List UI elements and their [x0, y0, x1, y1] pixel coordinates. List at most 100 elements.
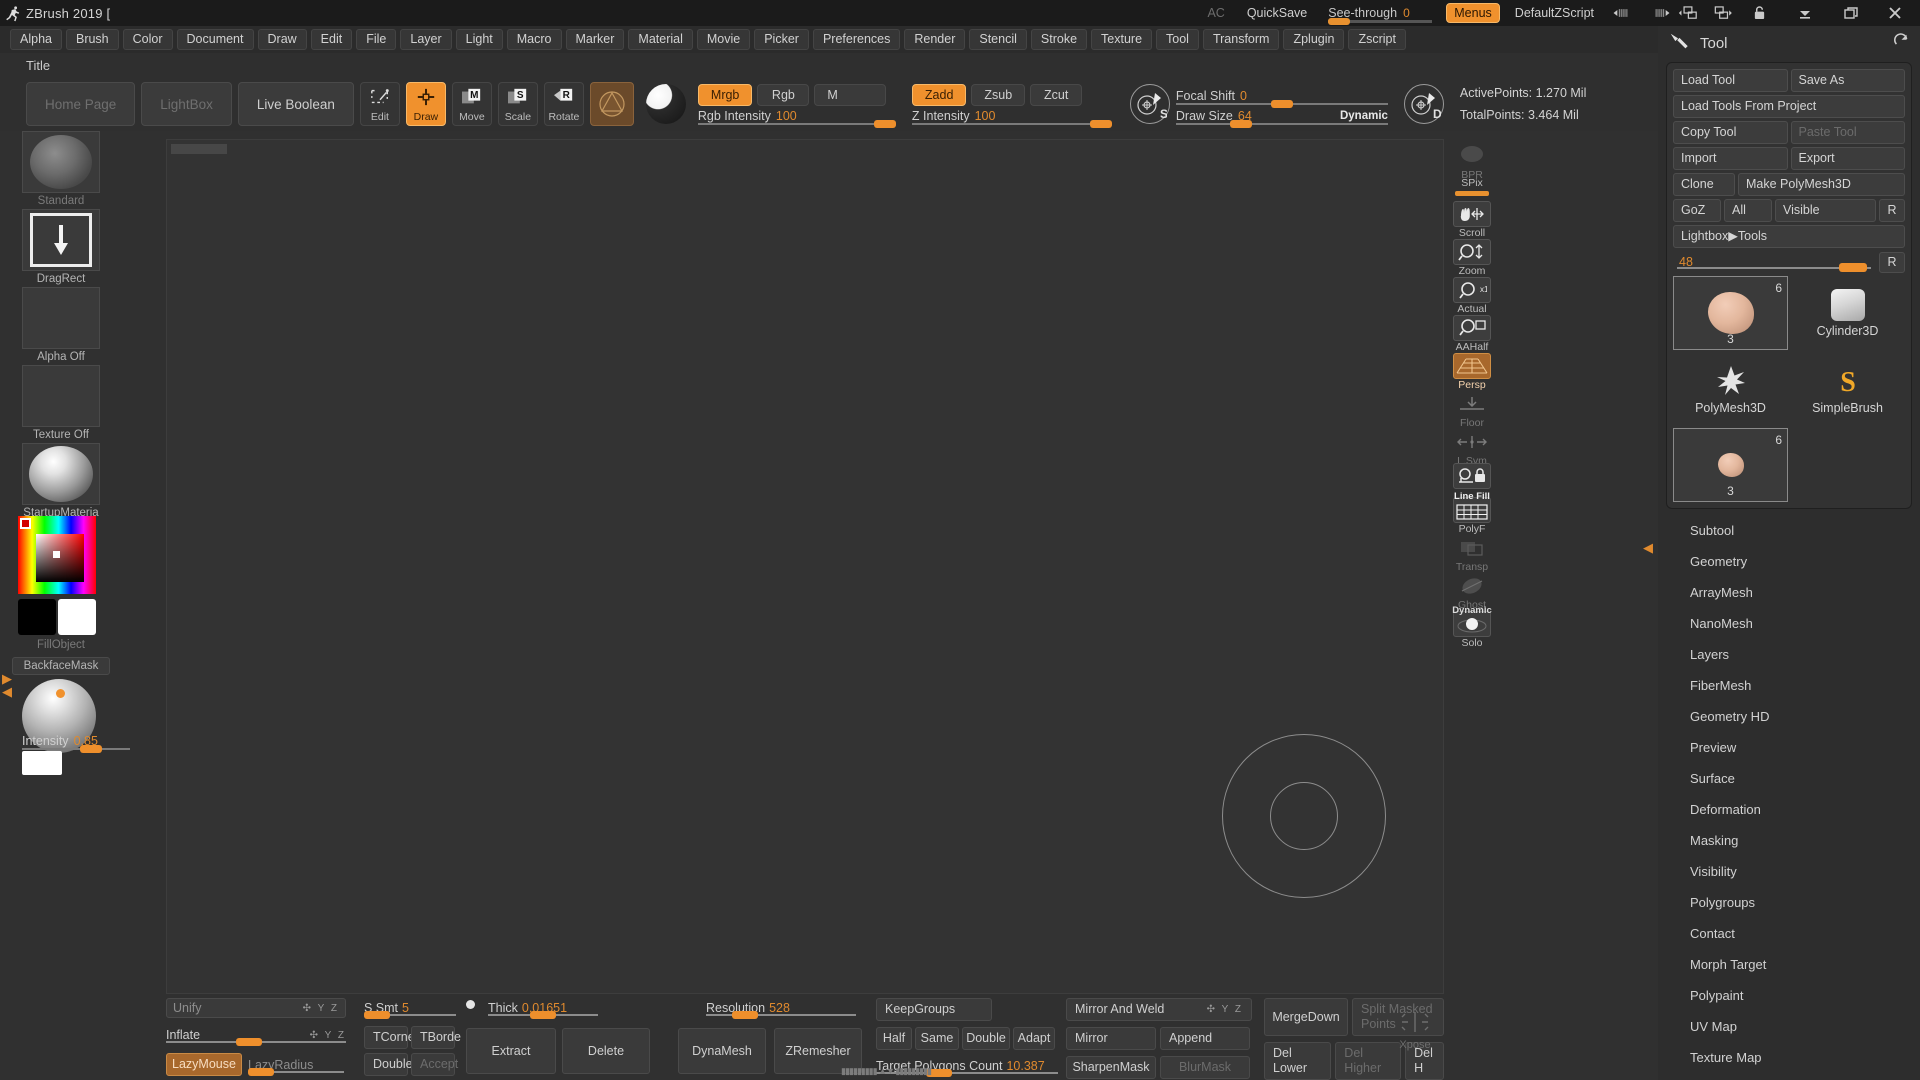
material-slot[interactable]: StartupMateria	[22, 443, 100, 519]
draw-size-slider[interactable]: Draw Size 64 Dynamic	[1175, 106, 1388, 128]
draw-size-knob[interactable]	[1229, 120, 1252, 128]
lazyradius-slider[interactable]: LazyRadius	[248, 1055, 344, 1076]
menus-toggle-button[interactable]: Menus	[1446, 3, 1500, 23]
refresh-icon[interactable]	[1893, 33, 1910, 53]
menu-item-alpha[interactable]: Alpha	[10, 28, 62, 51]
see-through-slider[interactable]: See-through 0	[1328, 0, 1433, 26]
dynamic-label[interactable]: Dynamic	[1340, 110, 1388, 122]
tool-section-layers[interactable]: Layers	[1658, 639, 1920, 670]
menu-item-file[interactable]: File	[356, 28, 397, 51]
blurmask-button[interactable]: BlurMask	[1160, 1056, 1250, 1079]
menu-item-transform[interactable]: Transform	[1202, 28, 1280, 51]
save-as-button[interactable]: Save As	[1790, 69, 1905, 92]
import-button[interactable]: Import	[1673, 147, 1788, 170]
zcut-button[interactable]: Zcut	[1030, 84, 1083, 106]
quicksave-button[interactable]: QuickSave	[1236, 0, 1318, 26]
tool-section-preview[interactable]: Preview	[1658, 732, 1920, 763]
mirror-button[interactable]: Mirror	[1066, 1027, 1156, 1050]
del-lower-button[interactable]: Del Lower	[1264, 1042, 1332, 1080]
xpose-control[interactable]: Xpose	[1390, 1008, 1440, 1051]
brush-slot[interactable]: Standard	[22, 131, 100, 207]
scroll-hand-icon[interactable]	[1453, 201, 1491, 227]
restore-icon[interactable]	[1828, 6, 1874, 20]
rshelf-item-transp[interactable]: Transp	[1451, 535, 1493, 573]
tool-section-contact[interactable]: Contact	[1658, 918, 1920, 949]
home-page-button[interactable]: Home Page	[26, 82, 136, 126]
lazymouse-button[interactable]: LazyMouse	[166, 1053, 242, 1076]
double-button[interactable]: Double	[364, 1053, 413, 1076]
fill-object-button[interactable]: FillObject	[22, 637, 100, 651]
left-tray-collapse-icon[interactable]: ◀	[2, 684, 12, 700]
edit-mode-button[interactable]: Edit	[359, 82, 400, 126]
copy-tool-button[interactable]: Copy Tool	[1673, 121, 1788, 144]
tool-section-polypaint[interactable]: Polypaint	[1658, 980, 1920, 1011]
visible-button[interactable]: Visible	[1775, 199, 1876, 222]
canvas-corner-tab[interactable]	[171, 144, 227, 154]
rgb-intensity-knob[interactable]	[873, 120, 896, 128]
rshelf-item-spix[interactable]: SPix	[1451, 177, 1493, 196]
thick-knob[interactable]	[530, 1011, 556, 1019]
tool-section-geometry-hd[interactable]: Geometry HD	[1658, 701, 1920, 732]
stroke-thumbnail[interactable]	[22, 209, 100, 271]
extract-dot-toggle[interactable]	[466, 1000, 480, 1009]
actual-size-icon[interactable]: x1	[1453, 277, 1491, 303]
rgb-button[interactable]: Rgb	[757, 84, 810, 106]
keepgroups-button[interactable]: KeepGroups	[876, 998, 992, 1021]
tool-section-fibermesh[interactable]: FiberMesh	[1658, 670, 1920, 701]
menu-item-light[interactable]: Light	[455, 28, 503, 51]
zadd-button[interactable]: Zadd	[911, 84, 967, 106]
window-left-icon[interactable]	[1671, 5, 1711, 21]
thick-slider[interactable]: Thick 0.01651	[488, 998, 598, 1019]
material-sphere-preview[interactable]	[640, 82, 692, 126]
tborder-button[interactable]: TBorde	[411, 1026, 461, 1049]
menu-item-stroke[interactable]: Stroke	[1030, 28, 1088, 51]
canvas-scroll-indicator[interactable]: ▮▮▮▮▮▮▮▮▮ ▲▼ ▮▮▮▮▮▮▮▮▮	[806, 1065, 966, 1077]
tool-section-morph-target[interactable]: Morph Target	[1658, 949, 1920, 980]
tray-right-icon[interactable]	[1645, 7, 1671, 19]
window-right-icon[interactable]	[1711, 5, 1737, 21]
tool-section-geometry[interactable]: Geometry	[1658, 546, 1920, 577]
unify-xyz-marks[interactable]: ✣ Y Z	[303, 1003, 339, 1014]
make-polymesh3d-button[interactable]: Make PolyMesh3D	[1738, 173, 1905, 196]
menu-item-stencil[interactable]: Stencil	[969, 28, 1027, 51]
tool-section-surface[interactable]: Surface	[1658, 763, 1920, 794]
thumbnail-size-slider[interactable]: 48 R	[1673, 251, 1905, 273]
rshelf-item-transform-lock-icon[interactable]	[1451, 463, 1493, 489]
mergedown-button[interactable]: MergeDown	[1264, 998, 1348, 1036]
current-material-swatch[interactable]	[589, 82, 634, 126]
z-intensity-slider[interactable]: Z Intensity 100	[911, 106, 1112, 128]
resolution-knob[interactable]	[732, 1011, 758, 1019]
export-button[interactable]: Export	[1790, 147, 1905, 170]
mirror-and-weld-button[interactable]: Mirror And Weld ✣ Y Z	[1066, 998, 1252, 1021]
texture-slot[interactable]: Texture Off	[22, 365, 100, 441]
perspective-grid-icon[interactable]	[1453, 353, 1491, 379]
resolution-slider[interactable]: Resolution 528	[706, 998, 856, 1019]
rshelf-item-scroll[interactable]: Scroll	[1451, 201, 1493, 239]
menu-item-brush[interactable]: Brush	[65, 28, 119, 51]
texture-thumbnail[interactable]	[22, 365, 100, 427]
live-boolean-button[interactable]: Live Boolean	[237, 82, 354, 126]
tool-section-nanomesh[interactable]: NanoMesh	[1658, 608, 1920, 639]
thumbnail-size-knob[interactable]	[1839, 263, 1867, 272]
white-swatch-button[interactable]	[22, 751, 62, 775]
rshelf-item-floor[interactable]: Floor	[1451, 391, 1493, 429]
draw-mode-button[interactable]: Draw	[405, 82, 446, 126]
zsub-button[interactable]: Zsub	[971, 84, 1026, 106]
inflate-slider[interactable]: Inflate ✣ Y Z	[166, 1025, 346, 1046]
transform-lock-icon[interactable]	[1453, 463, 1491, 489]
menu-item-movie[interactable]: Movie	[696, 28, 751, 51]
clone-button[interactable]: Clone	[1673, 173, 1735, 196]
append-button[interactable]: Append	[1160, 1027, 1250, 1050]
adapt-button[interactable]: Adapt	[1013, 1027, 1055, 1050]
goz-button[interactable]: GoZ	[1673, 199, 1721, 222]
intensity-slider[interactable]: Intensity 0.85	[22, 731, 130, 753]
tool-section-displacement-map[interactable]: Displacement Map	[1658, 1073, 1920, 1080]
menu-item-zplugin[interactable]: Zplugin	[1283, 28, 1345, 51]
thumbnail-size-r-button[interactable]: R	[1879, 252, 1905, 273]
tool-item-simplebrush[interactable]: S SimpleBrush	[1790, 352, 1905, 426]
tool-item-head-small[interactable]: 6 3	[1673, 428, 1788, 502]
backface-mask-button[interactable]: BackfaceMask	[12, 657, 110, 675]
unify-slider[interactable]: Unify ✣ Y Z	[166, 998, 346, 1018]
m-button[interactable]: M	[814, 84, 887, 106]
intensity-knob[interactable]	[80, 745, 102, 753]
